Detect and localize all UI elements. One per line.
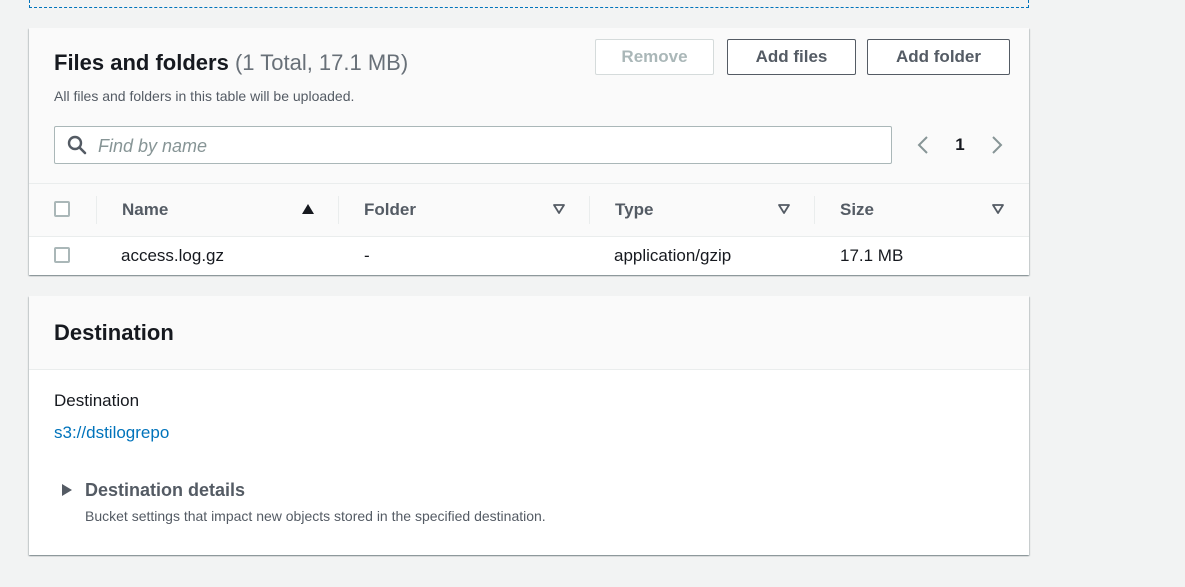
column-separator: [96, 196, 97, 224]
column-header-name[interactable]: Name: [122, 200, 168, 220]
column-separator: [814, 196, 815, 224]
destination-panel-header: Destination: [29, 296, 1029, 370]
search-icon: [67, 135, 87, 155]
sort-icon[interactable]: [777, 202, 791, 216]
column-header-type[interactable]: Type: [615, 200, 653, 220]
current-page-number[interactable]: 1: [950, 135, 970, 155]
add-folder-button[interactable]: Add folder: [867, 39, 1010, 75]
add-files-button[interactable]: Add files: [727, 39, 856, 75]
files-panel-title: Files and folders (1 Total, 17.1 MB): [54, 50, 408, 76]
destination-details-label[interactable]: Destination details: [85, 480, 245, 501]
destination-title: Destination: [54, 320, 174, 345]
chevron-left-icon[interactable]: [915, 134, 931, 156]
destination-details-description: Bucket settings that impact new objects …: [85, 508, 546, 524]
destination-link[interactable]: s3://dstilogrepo: [54, 423, 169, 443]
files-and-folders-panel: Files and folders (1 Total, 17.1 MB) All…: [29, 28, 1029, 275]
upload-drop-zone[interactable]: [29, 0, 1029, 8]
table-row[interactable]: access.log.gz - application/gzip 17.1 MB: [29, 237, 1029, 275]
sort-icon[interactable]: [991, 202, 1005, 216]
cell-folder: -: [364, 246, 370, 265]
row-checkbox[interactable]: [54, 247, 70, 263]
files-count: (1 Total, 17.1 MB): [234, 50, 409, 75]
sort-icon[interactable]: [552, 202, 566, 216]
destination-panel: Destination Destination s3://dstilogrepo…: [29, 296, 1029, 555]
sort-ascending-icon[interactable]: [301, 202, 315, 216]
files-title: Files and folders: [54, 50, 229, 75]
column-separator: [589, 196, 590, 224]
column-header-folder[interactable]: Folder: [364, 200, 416, 220]
destination-label: Destination: [54, 391, 140, 410]
cell-type: application/gzip: [614, 246, 732, 265]
remove-button[interactable]: Remove: [595, 39, 714, 75]
column-header-size[interactable]: Size: [840, 200, 874, 220]
files-description: All files and folders in this table will…: [54, 88, 355, 104]
table-header: Name Folder Type Size: [29, 184, 1029, 237]
chevron-right-icon[interactable]: [989, 134, 1005, 156]
cell-name: access.log.gz: [121, 246, 224, 265]
select-all-checkbox[interactable]: [54, 201, 70, 217]
cell-size: 17.1 MB: [840, 246, 904, 265]
column-separator: [338, 196, 339, 224]
search-placeholder: Find by name: [98, 136, 208, 156]
search-input[interactable]: Find by name: [54, 126, 892, 164]
files-panel-header: Files and folders (1 Total, 17.1 MB) All…: [29, 28, 1029, 184]
caret-right-icon: [62, 484, 72, 496]
destination-details-expander[interactable]: Destination details: [62, 479, 245, 501]
